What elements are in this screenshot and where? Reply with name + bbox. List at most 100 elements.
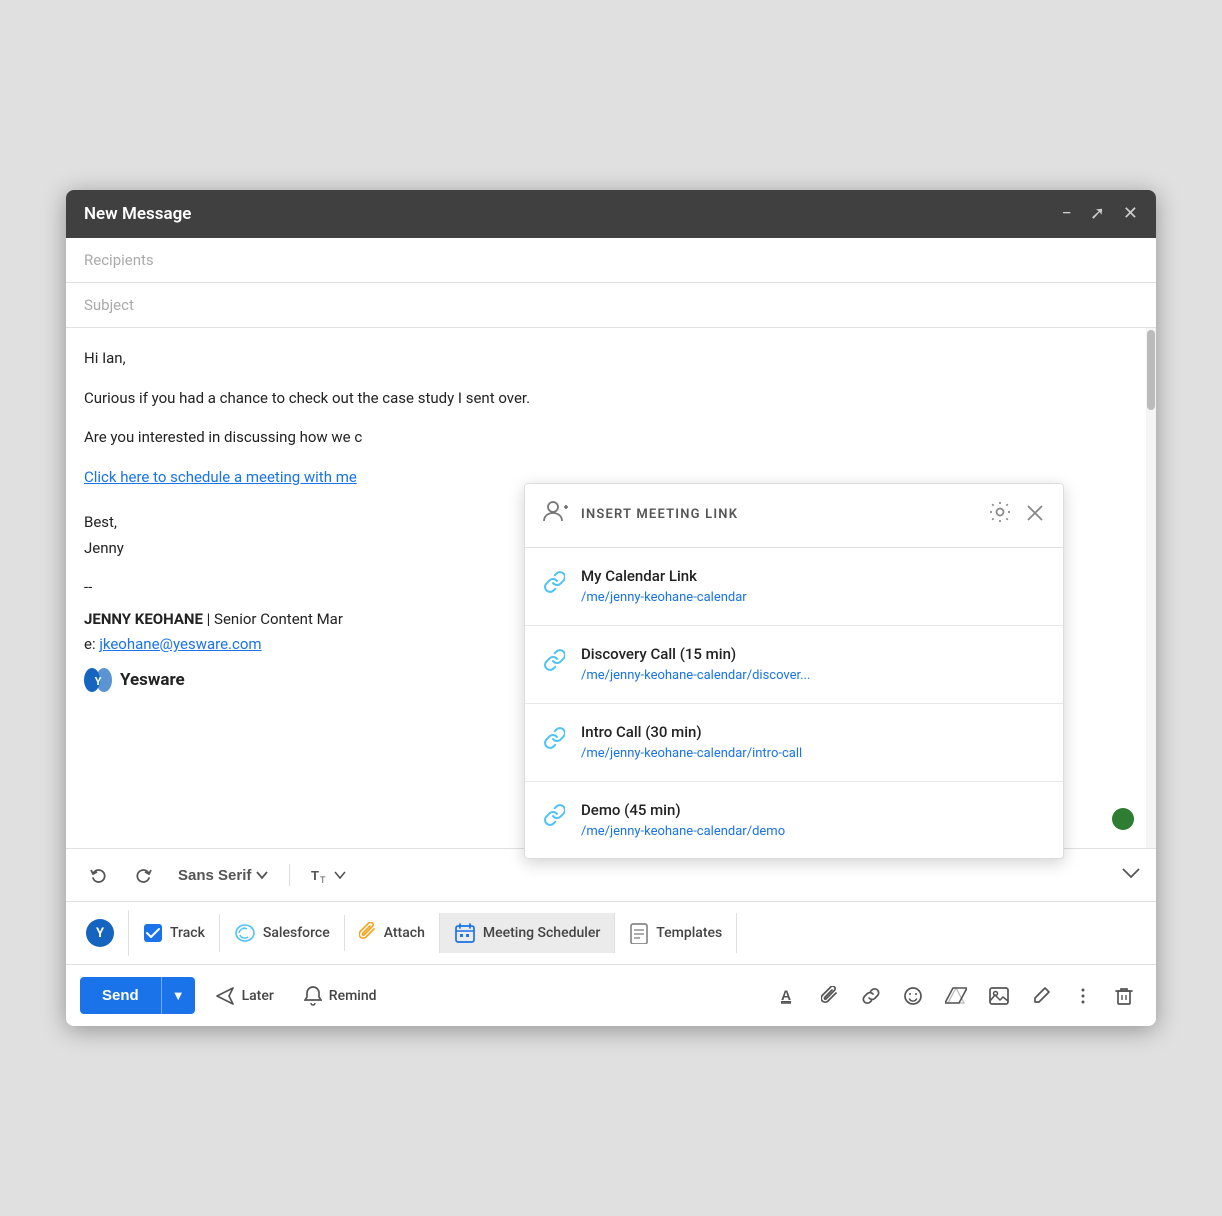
greeting: Hi Ian,: [84, 346, 1138, 372]
meeting-item-info-0: My Calendar Link /me/jenny-keohane-calen…: [581, 564, 747, 609]
track-icon: [143, 923, 163, 943]
link-icon-3: [543, 802, 565, 837]
track-label: Track: [170, 925, 205, 941]
image-icon: [989, 987, 1009, 1005]
window-controls: − ➚ ✕: [1062, 205, 1138, 223]
link-icon: [861, 986, 881, 1006]
meeting-item-info-1: Discovery Call (15 min) /me/jenny-keohan…: [581, 642, 810, 687]
remind-button[interactable]: Remind: [294, 978, 387, 1014]
scrollbar[interactable]: [1146, 328, 1156, 848]
sig-name: JENNY KEOHANE: [84, 610, 203, 628]
send-tools: A: [770, 978, 1142, 1014]
calendar-icon: [454, 922, 476, 944]
sig-title: | Senior Content Mar: [207, 610, 343, 628]
recipients-field[interactable]: Recipients: [66, 238, 1156, 283]
salesforce-label: Salesforce: [263, 925, 330, 941]
sig-email-label: e:: [84, 635, 99, 653]
meeting-item-1[interactable]: Discovery Call (15 min) /me/jenny-keohan…: [525, 626, 1063, 704]
popup-close-icon[interactable]: [1025, 500, 1045, 532]
emoji-button[interactable]: [894, 978, 932, 1014]
drive-icon: [945, 986, 967, 1006]
meeting-item-url-0: /me/jenny-keohane-calendar: [581, 588, 747, 609]
templates-button[interactable]: Templates: [615, 913, 737, 953]
redo-button[interactable]: [124, 860, 162, 890]
redo-icon: [134, 866, 152, 884]
sig-email[interactable]: jkeohane@yesware.com: [99, 635, 261, 653]
image-button[interactable]: [980, 979, 1018, 1013]
link-icon-0: [543, 569, 565, 604]
yesware-y-icon: Y: [86, 919, 114, 947]
salesforce-button[interactable]: Salesforce: [220, 915, 345, 951]
svg-text:Y: Y: [95, 675, 102, 688]
meeting-item-url-3: /me/jenny-keohane-calendar/demo: [581, 822, 785, 843]
yesware-logo-icon: Y: [84, 668, 112, 692]
text-format-button[interactable]: A: [770, 978, 808, 1014]
delete-button[interactable]: [1106, 978, 1142, 1014]
font-family-dropdown[interactable]: Sans Serif: [168, 861, 279, 890]
meeting-item-name-2: Intro Call (30 min): [581, 720, 802, 744]
body-area[interactable]: Hi Ian, Curious if you had a chance to c…: [66, 328, 1156, 848]
meeting-item-2[interactable]: Intro Call (30 min) /me/jenny-keohane-ca…: [525, 704, 1063, 782]
more-options-button[interactable]: [1064, 978, 1102, 1014]
close-icon[interactable]: ✕: [1123, 205, 1138, 223]
svg-text:T: T: [320, 875, 326, 885]
send-later-icon: [215, 987, 235, 1005]
link-icon-2: [543, 725, 565, 760]
subject-field[interactable]: Subject: [66, 283, 1156, 328]
templates-label: Templates: [656, 925, 722, 941]
link-button[interactable]: [852, 978, 890, 1014]
drive-button[interactable]: [936, 978, 976, 1014]
later-button[interactable]: Later: [205, 979, 284, 1013]
person-add-icon: [543, 498, 569, 533]
meeting-item-name-1: Discovery Call (15 min): [581, 642, 810, 666]
undo-icon: [90, 866, 108, 884]
emoji-icon: [903, 986, 923, 1006]
window-title: New Message: [84, 204, 191, 224]
salesforce-icon: [234, 924, 256, 942]
attach-label: Attach: [384, 925, 425, 941]
trash-icon: [1115, 986, 1133, 1006]
chevron-down-icon: [255, 868, 269, 882]
send-button-group: Send ▼: [80, 977, 195, 1014]
send-dropdown-button[interactable]: ▼: [161, 977, 195, 1014]
meeting-item-url-1: /me/jenny-keohane-calendar/discover...: [581, 666, 810, 687]
meeting-scheduler-label: Meeting Scheduler: [483, 925, 600, 941]
undo-button[interactable]: [80, 860, 118, 890]
meeting-item-0[interactable]: My Calendar Link /me/jenny-keohane-calen…: [525, 548, 1063, 626]
popup-header: INSERT MEETING LINK: [525, 484, 1063, 548]
link-icon-1: [543, 647, 565, 682]
dots-vertical-icon: [1073, 986, 1093, 1006]
popup-title: INSERT MEETING LINK: [581, 505, 989, 526]
send-button[interactable]: Send: [80, 977, 161, 1014]
bell-icon: [304, 986, 322, 1006]
scrollbar-thumb: [1147, 330, 1155, 410]
minimize-icon[interactable]: −: [1062, 205, 1072, 223]
paperclip-button[interactable]: [812, 978, 848, 1014]
send-bar: Send ▼ Later Remind A: [66, 964, 1156, 1026]
maximize-icon[interactable]: ➚: [1090, 205, 1105, 223]
font-size-icon: T T: [310, 865, 330, 885]
meeting-scheduler-button[interactable]: Meeting Scheduler: [440, 913, 615, 953]
yesware-button[interactable]: Y: [80, 910, 129, 956]
pen-button[interactable]: [1022, 978, 1060, 1014]
later-label: Later: [242, 988, 274, 1004]
meeting-item-3[interactable]: Demo (45 min) /me/jenny-keohane-calendar…: [525, 782, 1063, 859]
meeting-item-info-2: Intro Call (30 min) /me/jenny-keohane-ca…: [581, 720, 802, 765]
more-options-btn[interactable]: [1120, 862, 1142, 888]
text-underline-icon: A: [779, 986, 799, 1006]
titlebar: New Message − ➚ ✕: [66, 190, 1156, 238]
svg-text:T: T: [311, 868, 319, 883]
font-size-button[interactable]: T T: [300, 859, 356, 891]
pen-icon: [1031, 986, 1051, 1006]
settings-icon[interactable]: [989, 500, 1011, 532]
meeting-item-info-3: Demo (45 min) /me/jenny-keohane-calendar…: [581, 798, 785, 843]
body-line2-prefix: Are you interested in discussing how we …: [84, 428, 362, 446]
compose-window: New Message − ➚ ✕ Recipients Subject Hi …: [66, 190, 1156, 1026]
meeting-popup: INSERT MEETING LINK: [524, 483, 1064, 859]
subject-placeholder: Subject: [84, 296, 134, 314]
schedule-link[interactable]: Click here to schedule a meeting with me: [84, 468, 357, 486]
action-bar: Y Track Salesforce Attach: [66, 901, 1156, 964]
remind-label: Remind: [329, 988, 377, 1004]
attach-button[interactable]: Attach: [345, 913, 440, 953]
track-button[interactable]: Track: [129, 914, 220, 952]
